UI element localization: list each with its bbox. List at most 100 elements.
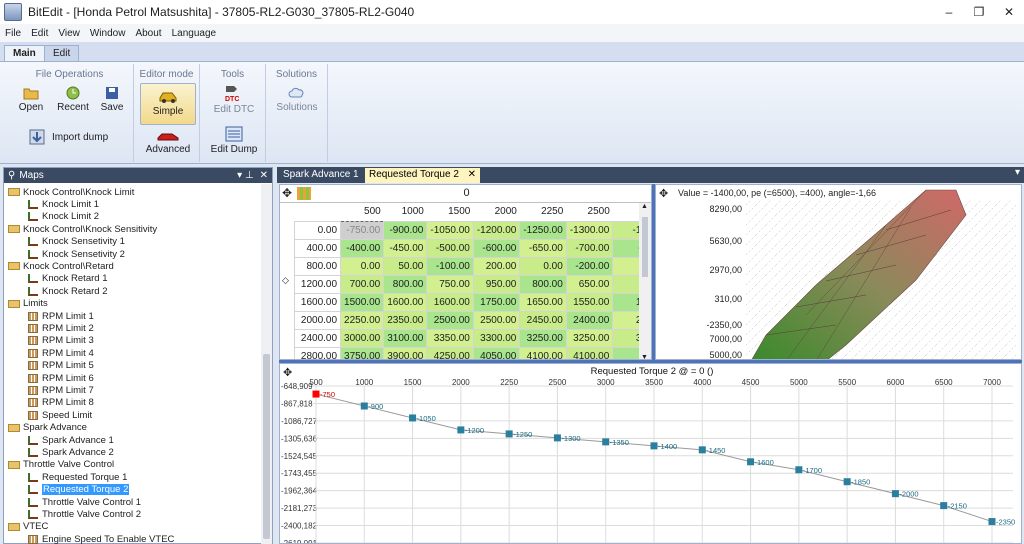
- table-cell[interactable]: -700.00: [565, 238, 614, 258]
- table-cell[interactable]: 1600.00: [426, 292, 474, 312]
- tree-map-item[interactable]: RPM Limit 3: [28, 335, 94, 347]
- table-cell[interactable]: 2400.00: [565, 310, 614, 330]
- table-cell[interactable]: 3000.00: [340, 328, 385, 348]
- tab-list-icon[interactable]: ▾: [1015, 167, 1020, 178]
- row-header[interactable]: 2800.00: [293, 346, 342, 359]
- table-cell[interactable]: -650.00: [519, 238, 567, 258]
- tree-map-item[interactable]: Engine Speed To Enable VTEC: [28, 533, 174, 544]
- table-cell[interactable]: 1650.00: [519, 292, 567, 312]
- edit-dtc-button[interactable]: DTC Edit DTC: [206, 84, 262, 115]
- tab-main[interactable]: Main: [4, 45, 45, 62]
- table-cell[interactable]: 1500.00: [340, 292, 385, 312]
- tree-map-item[interactable]: Throttle Valve Control 1: [28, 496, 141, 508]
- line-plot[interactable]: ✥ -648,909 -867,818 -1086,727 -1305,636 -152…: [279, 363, 1022, 544]
- tree-map-item[interactable]: Knock Limit 1: [28, 198, 99, 210]
- menu-language[interactable]: Language: [167, 28, 222, 39]
- table-cell[interactable]: 3100.00: [383, 328, 428, 348]
- scroll-up-icon[interactable]: ▲: [641, 203, 648, 210]
- table-cell[interactable]: 1750.00: [472, 292, 521, 312]
- table-cell[interactable]: 800.00: [383, 274, 428, 294]
- tree-folder[interactable]: Knock Control\Knock Sensitivity: [8, 223, 157, 235]
- table-cell[interactable]: 4100.00: [519, 346, 567, 359]
- tree-map-item[interactable]: Spark Advance 1: [28, 434, 114, 446]
- tree-map-item[interactable]: Knock Sensetivity 2: [28, 248, 125, 260]
- row-header[interactable]: 0.00: [293, 220, 342, 240]
- table-cell[interactable]: 4100.00: [565, 346, 614, 359]
- table-cell[interactable]: 3350.00: [426, 328, 474, 348]
- tab-edit[interactable]: Edit: [44, 45, 80, 62]
- tree-map-item[interactable]: RPM Limit 1: [28, 310, 94, 322]
- tree-map-item[interactable]: RPM Limit 6: [28, 372, 94, 384]
- tree-map-item[interactable]: Knock Sensetivity 1: [28, 236, 125, 248]
- tree-map-item[interactable]: Speed Limit: [28, 409, 92, 421]
- simple-mode-button[interactable]: Simple: [140, 83, 196, 125]
- table-cell[interactable]: -1050.00: [426, 220, 474, 240]
- table-cell[interactable]: 750.00: [426, 274, 474, 294]
- table-cell[interactable]: -1250.00: [519, 220, 567, 240]
- close-tab-icon[interactable]: ✕: [468, 169, 476, 180]
- table-cell[interactable]: -200.00: [565, 256, 614, 276]
- surface-3d-graph[interactable]: ✥ Value = -1400,00, pe (=6500), =400), a…: [655, 184, 1022, 360]
- tree-map-item[interactable]: Knock Limit 2: [28, 211, 99, 223]
- table-cell[interactable]: 950.00: [472, 274, 521, 294]
- table-cell[interactable]: 2500.00: [472, 310, 521, 330]
- minimize-button[interactable]: –: [934, 0, 964, 24]
- row-header[interactable]: 400.00: [293, 238, 342, 258]
- tree-scrollbar-thumb[interactable]: [263, 354, 270, 539]
- tree-map-item[interactable]: Requested Torque 2: [28, 484, 130, 496]
- column-header[interactable]: 1000: [384, 203, 427, 221]
- menu-about[interactable]: About: [130, 28, 166, 39]
- tree-map-item[interactable]: RPM Limit 5: [28, 360, 94, 372]
- table-cell[interactable]: 2450.00: [519, 310, 567, 330]
- tree-map-item[interactable]: Requested Torque 1: [28, 471, 127, 483]
- table-cell[interactable]: -900.00: [383, 220, 428, 240]
- advanced-mode-button[interactable]: Advanced: [140, 130, 196, 155]
- table-cell[interactable]: -1200.00: [472, 220, 521, 240]
- close-panel-icon[interactable]: ✕: [260, 170, 268, 181]
- tree-map-item[interactable]: RPM Limit 8: [28, 397, 94, 409]
- table-cell[interactable]: 3300.00: [472, 328, 521, 348]
- tree-map-item[interactable]: RPM Limit 2: [28, 322, 94, 334]
- tree-map-item[interactable]: Knock Retard 1: [28, 273, 107, 285]
- column-header[interactable]: 2250: [520, 203, 566, 221]
- table-scrollbar-thumb[interactable]: [642, 217, 648, 277]
- doc-tab-requested-torque-2[interactable]: Requested Torque 2 ✕: [365, 168, 481, 183]
- table-cell[interactable]: -100.00: [426, 256, 474, 276]
- move-icon[interactable]: ✥: [282, 185, 292, 202]
- table-cell[interactable]: 800.00: [519, 274, 567, 294]
- table-cell[interactable]: 3900.00: [383, 346, 428, 359]
- table-cell[interactable]: -500.00: [426, 238, 474, 258]
- doc-tab-spark-advance-1[interactable]: Spark Advance 1: [279, 168, 363, 183]
- table-cell[interactable]: 2350.00: [383, 310, 428, 330]
- table-cell[interactable]: 4250.00: [426, 346, 474, 359]
- table-cell[interactable]: -400.00: [340, 238, 385, 258]
- app-icon[interactable]: [4, 3, 22, 21]
- tree-map-item[interactable]: Spark Advance 2: [28, 446, 114, 458]
- data-grid[interactable]: 500 1000 1500 2000 2250 2500 0.00 -750.00 -900.0…: [293, 203, 651, 359]
- tree-map-item[interactable]: RPM Limit 4: [28, 347, 94, 359]
- menu-view[interactable]: View: [53, 28, 85, 39]
- column-header[interactable]: 2500: [566, 203, 612, 221]
- tree-folder[interactable]: VTEC: [8, 521, 48, 533]
- tree-folder[interactable]: Knock Control\Knock Limit: [8, 186, 134, 198]
- table-cell[interactable]: 3250.00: [565, 328, 614, 348]
- edit-dump-button[interactable]: Edit Dump: [206, 126, 262, 155]
- menu-window[interactable]: Window: [85, 28, 131, 39]
- column-header[interactable]: 1500: [427, 203, 473, 221]
- import-dump-button[interactable]: Import dump: [28, 128, 118, 146]
- table-cell[interactable]: 200.00: [472, 256, 521, 276]
- tree-folder[interactable]: Limits: [8, 298, 48, 310]
- menu-edit[interactable]: Edit: [26, 28, 53, 39]
- solutions-button[interactable]: Solutions: [270, 86, 324, 113]
- table-cell[interactable]: 1550.00: [565, 292, 614, 312]
- table-cell[interactable]: 0.00: [519, 256, 567, 276]
- table-cell[interactable]: -450.00: [383, 238, 428, 258]
- open-button[interactable]: Open: [16, 86, 46, 113]
- tree-folder[interactable]: Knock Control\Retard: [8, 260, 114, 272]
- restore-button[interactable]: ❐: [964, 0, 994, 24]
- table-cell[interactable]: 50.00: [383, 256, 428, 276]
- save-button[interactable]: Save: [98, 86, 126, 113]
- table-cell[interactable]: 700.00: [340, 274, 385, 294]
- row-header[interactable]: 2000.00: [293, 310, 342, 330]
- menu-file[interactable]: File: [0, 28, 26, 39]
